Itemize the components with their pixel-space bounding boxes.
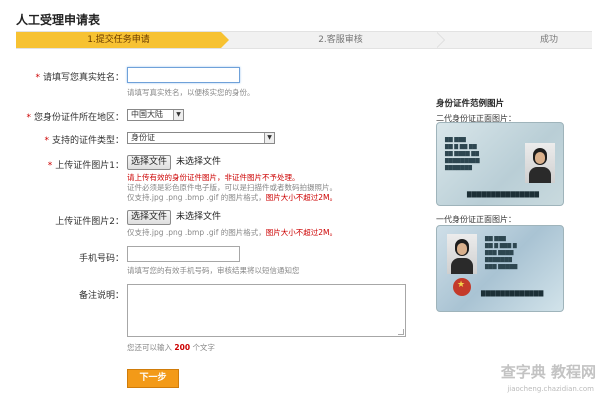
- phone-input[interactable]: [127, 246, 240, 262]
- first-gen-id-sample-image: ▇▇ ▇▇▇▇▇ ▇ ▇▇▇ ▇▇▇▇ ▇▇▇▇▇▇▇▇▇▇▇▇▇▇ ▇▇▇▇▇…: [436, 225, 564, 312]
- region-select[interactable]: 中国大陆 ▼: [127, 109, 184, 121]
- notes-label: 备注说明：: [78, 291, 124, 301]
- file-status-2: 未选择文件: [176, 212, 222, 222]
- name-input[interactable]: [127, 67, 240, 83]
- chevron-down-icon: ▼: [264, 133, 274, 143]
- chevron-down-icon: ▼: [173, 110, 183, 120]
- card-number-line: ▇▇▇▇▇▇▇▇▇▇▇▇▇: [481, 290, 544, 297]
- region-selected-value: 中国大陆: [131, 110, 163, 119]
- image2-label: 上传证件图片2：: [55, 217, 124, 227]
- step-3: 成功: [539, 35, 558, 45]
- id-photo: [525, 143, 555, 183]
- file-status-1: 未选择文件: [176, 157, 222, 167]
- step-2: 2.客服审核: [318, 35, 363, 45]
- card-text-lines: ▇▇ ▇▇▇ ▇▇ ▇ ▇▇ ▇▇ ▇▇ ▇▇▇▇ ▇▇ ▇▇▇▇▇▇▇▇▇ ▇▇▇▇▇…: [445, 137, 480, 171]
- card-text-lines: ▇▇ ▇▇▇ ▇▇ ▇ ▇▇▇ ▇ ▇▇▇ ▇▇▇▇ ▇▇▇▇▇▇▇ ▇▇▇ ▇▇▇▇▇: [485, 236, 518, 270]
- card-number-line: ▇▇▇▇▇▇▇▇▇▇▇▇▇▇▇: [467, 191, 540, 198]
- notes-counter: 您还可以输入 200 个文字: [127, 343, 215, 352]
- first-gen-caption: 一代身份证正面图片：: [436, 215, 516, 224]
- watermark: 查字典 教程网: [500, 363, 596, 381]
- region-label: * 您身份证件所在地区：: [26, 113, 124, 123]
- notes-textarea[interactable]: [127, 284, 406, 337]
- required-marker: *: [26, 113, 31, 123]
- image1-label: * 上传证件图片1：: [47, 161, 124, 171]
- sidebar-title: 身份证件范例图片: [436, 99, 505, 109]
- image2-hint: 仅支持.jpg .png .bmp .gif 的图片格式，图片大小不超过2M。: [127, 228, 338, 237]
- choose-file-button-1[interactable]: 选择文件: [127, 155, 172, 170]
- progress-steps: 1.提交任务申请 2.客服审核 成功: [16, 31, 592, 49]
- id-photo: [447, 234, 477, 274]
- image1-hint-line1: 证件必须是彩色原件电子版，可以是扫描件或者数码拍摄照片。: [127, 183, 337, 192]
- doc-type-selected-value: 身份证: [131, 133, 155, 142]
- doc-type-label: * 支持的证件类型：: [44, 136, 124, 146]
- emblem-icon: [453, 278, 471, 296]
- image1-hint-line2: 仅支持.jpg .png .bmp .gif 的图片格式，图片大小不超过2M。: [127, 193, 338, 202]
- page-title: 人工受理申请表: [16, 13, 101, 27]
- required-marker: *: [35, 73, 40, 83]
- name-hint: 请填写真实姓名，以便核实您的身份。: [127, 88, 255, 97]
- next-button[interactable]: 下一步: [127, 369, 179, 388]
- required-marker: *: [44, 136, 49, 146]
- image1-warning: 请上传有效的身份证件图片，非证件图片不予处理。: [127, 173, 300, 182]
- step-separator-inner: [436, 32, 444, 48]
- choose-file-button-2[interactable]: 选择文件: [127, 210, 172, 225]
- second-gen-id-sample-image: ▇▇ ▇▇▇ ▇▇ ▇ ▇▇ ▇▇ ▇▇ ▇▇▇▇ ▇▇ ▇▇▇▇▇▇▇▇▇ ▇▇▇▇▇…: [436, 122, 564, 206]
- phone-hint: 请填写您的有效手机号码，审核结果将以短信通知您: [127, 266, 300, 275]
- phone-label: 手机号码：: [78, 254, 124, 264]
- name-label: * 请填写您真实姓名：: [35, 73, 124, 83]
- resize-handle-icon[interactable]: [398, 329, 404, 335]
- required-marker: *: [47, 161, 53, 171]
- doc-type-select[interactable]: 身份证 ▼: [127, 132, 275, 144]
- watermark-url: jiaocheng.chazidian.com: [507, 385, 594, 393]
- step-1: 1.提交任务申请: [16, 32, 229, 48]
